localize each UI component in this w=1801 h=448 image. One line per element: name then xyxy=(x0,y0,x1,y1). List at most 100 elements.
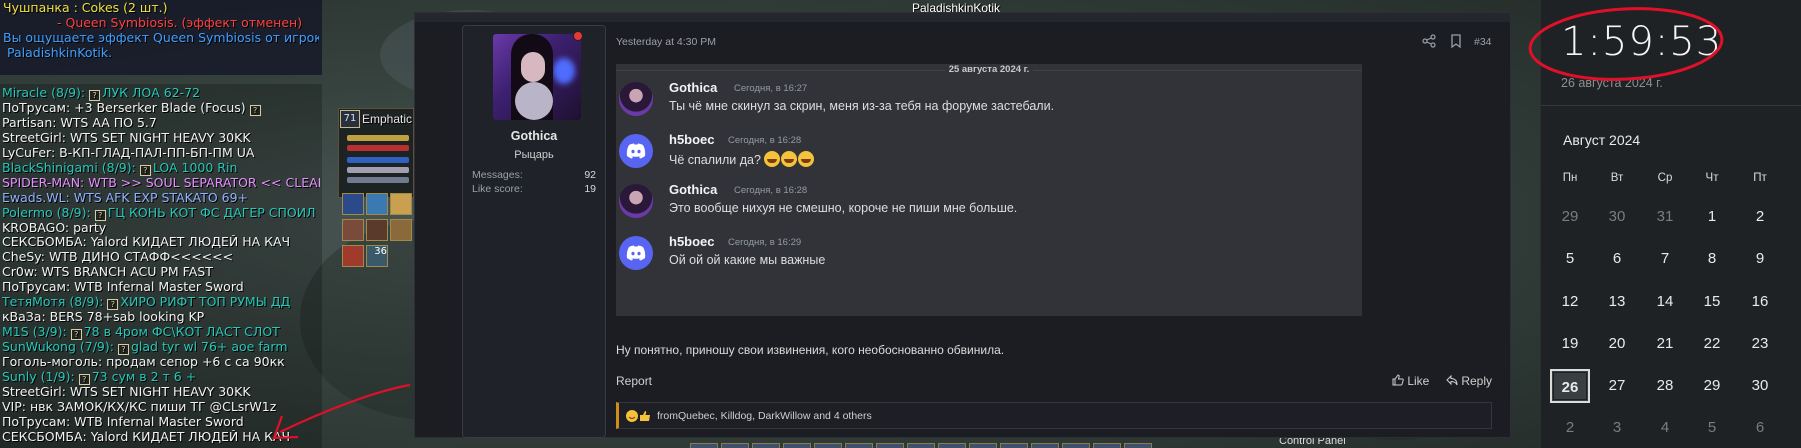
calendar-day[interactable]: 2 xyxy=(1740,200,1780,234)
chat-line: LyCuFer: В-КП-ГЛАД-ПАЛ-ПП-БП-ПМ UA xyxy=(2,145,255,160)
chat-line: SPIDER-MAN: WTB >> SOUL SEPARATOR << CLE… xyxy=(2,175,320,190)
calendar-day[interactable]: 16 xyxy=(1740,285,1780,319)
message-time: Сегодня, в 16:29 xyxy=(728,237,802,248)
post-number-link[interactable]: #34 xyxy=(1474,36,1492,48)
clock-time: 1:59:53 xyxy=(1561,19,1723,65)
system-messages: Чушпанка : Cokes (2 шт.) - Queen Symbiosi… xyxy=(0,0,322,75)
chat-line: Ewads.WL: WTS AFK EXP STAKATO 69+ xyxy=(2,190,249,205)
chat-line: Sunly (1/9): ? 73 сум в 2 т 6 + xyxy=(2,369,197,385)
like-label: Like xyxy=(1407,374,1430,388)
message-text: Чё спалили да? xyxy=(669,151,815,167)
message-author: Gothica xyxy=(669,80,718,95)
calendar-day[interactable]: 6 xyxy=(1740,411,1780,445)
reply-label: Reply xyxy=(1461,374,1493,388)
calendar-day[interactable]: 2 xyxy=(1550,411,1590,445)
chat-line: ПоТрусам: WTB Infernal Master Sword xyxy=(2,414,244,429)
calendar-day[interactable]: 23 xyxy=(1740,327,1780,361)
discord-message: h5boec Сегодня, в 16:29 Ой ой ой какие мы … xyxy=(616,234,1362,284)
calendar-day[interactable]: 7 xyxy=(1645,242,1685,276)
discord-screenshot: 25 августа 2024 г. Gothica Сегодня, в 16:… xyxy=(616,64,1362,316)
calendar-day[interactable]: 30 xyxy=(1740,369,1780,403)
calendar-day[interactable]: 29 xyxy=(1692,369,1732,403)
calendar-day[interactable]: 30 xyxy=(1597,200,1637,234)
message-time: Сегодня, в 16:28 xyxy=(728,135,802,146)
quest-link-icon[interactable]: ? xyxy=(89,90,101,101)
message-author: h5boec xyxy=(669,234,715,249)
post-date-link[interactable]: Yesterday at 4:30 PM xyxy=(616,36,716,48)
clock-calendar-flyout: 1:59:53 26 августа 2024 г. Август 2024 П… xyxy=(1540,0,1801,448)
weekday-label: Чт xyxy=(1705,172,1719,184)
calendar-day-today[interactable]: 26 xyxy=(1550,369,1590,403)
calendar-day[interactable]: 31 xyxy=(1645,200,1685,234)
clock-date[interactable]: 26 августа 2024 г. xyxy=(1561,76,1663,90)
quest-link-icon[interactable]: ? xyxy=(249,105,261,116)
user-avatar[interactable] xyxy=(493,34,581,120)
calendar-day[interactable]: 22 xyxy=(1692,327,1732,361)
quest-link-icon[interactable]: ? xyxy=(94,209,106,221)
system-message-line: Чушпанка : Cokes (2 шт.) xyxy=(3,1,168,15)
chat-line: Cr0w: WTS BRANCH ACU PM FAST xyxy=(2,265,213,280)
share-icon[interactable] xyxy=(1422,34,1436,48)
chat-line: СЕКСБОМБА: Yalord КИДАЕТ ЛЮДЕЙ НА КАЧ xyxy=(2,235,291,250)
calendar-day[interactable]: 27 xyxy=(1597,369,1637,403)
calendar-day[interactable]: 9 xyxy=(1740,242,1780,276)
report-button[interactable]: Report xyxy=(616,374,652,388)
calendar-day[interactable]: 14 xyxy=(1645,285,1685,319)
party-member-name: Emphatic xyxy=(362,112,413,126)
chat-line: StreetGirl: WTS SET NIGHT HEAVY 30KK xyxy=(2,384,251,399)
chat-line: KROBAGO: party xyxy=(2,220,107,235)
like-button[interactable]: Like xyxy=(1392,374,1429,388)
weekday-label: Пн xyxy=(1562,172,1578,184)
calendar-day[interactable]: 21 xyxy=(1645,327,1685,361)
calendar-day[interactable]: 5 xyxy=(1550,242,1590,276)
reaction-icons xyxy=(626,410,650,422)
calendar-day[interactable]: 3 xyxy=(1597,411,1637,445)
weekday-label: Ср xyxy=(1657,172,1673,184)
party-level-badge: 71 xyxy=(340,110,360,128)
calendar-day[interactable]: 19 xyxy=(1550,327,1590,361)
discord-message: Gothica Сегодня, в 16:27 Ты чё мне скинул … xyxy=(616,80,1362,130)
discord-avatar-icon xyxy=(619,236,653,270)
calendar-day[interactable]: 15 xyxy=(1692,285,1732,319)
calendar-day[interactable]: 28 xyxy=(1645,369,1685,403)
calendar-day[interactable]: 1 xyxy=(1692,200,1732,234)
calendar-day[interactable]: 12 xyxy=(1550,285,1590,319)
message-author: h5boec xyxy=(669,132,715,147)
message-time: Сегодня, в 16:28 xyxy=(734,185,808,196)
discord-avatar-icon xyxy=(619,134,653,168)
thumbs-up-icon xyxy=(1392,374,1404,386)
messages-count: 92 xyxy=(584,169,596,181)
quest-link-icon[interactable]: ? xyxy=(107,299,119,311)
system-message-line: - Queen Symbiosis. (эффект отменен) xyxy=(57,15,303,30)
desktop-screen: Чушпанка : Cokes (2 шт.) - Queen Symbiosi… xyxy=(0,0,1801,448)
message-text: Это вообще нихуя не смешно, короче не пи… xyxy=(669,201,1018,215)
quest-link-icon[interactable]: ? xyxy=(78,373,90,385)
calendar-day[interactable]: 8 xyxy=(1692,242,1732,276)
chat-line: CheSy: WTB ДИНО СТАФФ<<<<<< xyxy=(2,250,234,265)
user-avatar xyxy=(619,184,653,218)
user-name[interactable]: Gothica xyxy=(463,129,605,143)
calendar-day[interactable]: 6 xyxy=(1597,242,1637,276)
post-user-card: Gothica Рыцарь Messages: 92 Like score: … xyxy=(462,25,606,438)
calendar-day[interactable]: 13 xyxy=(1597,285,1637,319)
calendar-day[interactable]: 29 xyxy=(1550,200,1590,234)
hotbar[interactable] xyxy=(690,438,1230,448)
user-avatar xyxy=(619,82,653,116)
reactions-list[interactable]: fromQuebec, Killdog, DarkWillow and 4 ot… xyxy=(657,410,872,422)
reactions-bar[interactable]: fromQuebec, Killdog, DarkWillow and 4 ot… xyxy=(616,402,1492,429)
calendar-day[interactable]: 5 xyxy=(1692,411,1732,445)
quest-link-icon[interactable]: ? xyxy=(117,343,129,355)
user-title: Рыцарь xyxy=(514,149,554,161)
chat-line: ПоТрусам: +3 Berserker Blade (Focus) ? xyxy=(2,101,320,116)
post-body: Ну понятно, приношу свои извинения, кого… xyxy=(616,343,1005,357)
reply-button[interactable]: Reply xyxy=(1446,374,1492,388)
quest-link-icon[interactable]: ? xyxy=(139,164,151,176)
message-text: Ты чё мне скинул за скрин, меня из-за те… xyxy=(669,99,1055,113)
month-header[interactable]: Август 2024 xyxy=(1563,132,1640,148)
chat-line: СЕКСБОМБА: Yalord КИДАЕТ ЛЮДЕЙ НА КАЧ xyxy=(2,429,291,444)
quest-link-icon[interactable]: ? xyxy=(70,328,82,340)
calendar-day[interactable]: 4 xyxy=(1645,411,1685,445)
message-author: Gothica xyxy=(669,182,718,197)
bookmark-icon[interactable] xyxy=(1450,34,1462,48)
calendar-day[interactable]: 20 xyxy=(1597,327,1637,361)
